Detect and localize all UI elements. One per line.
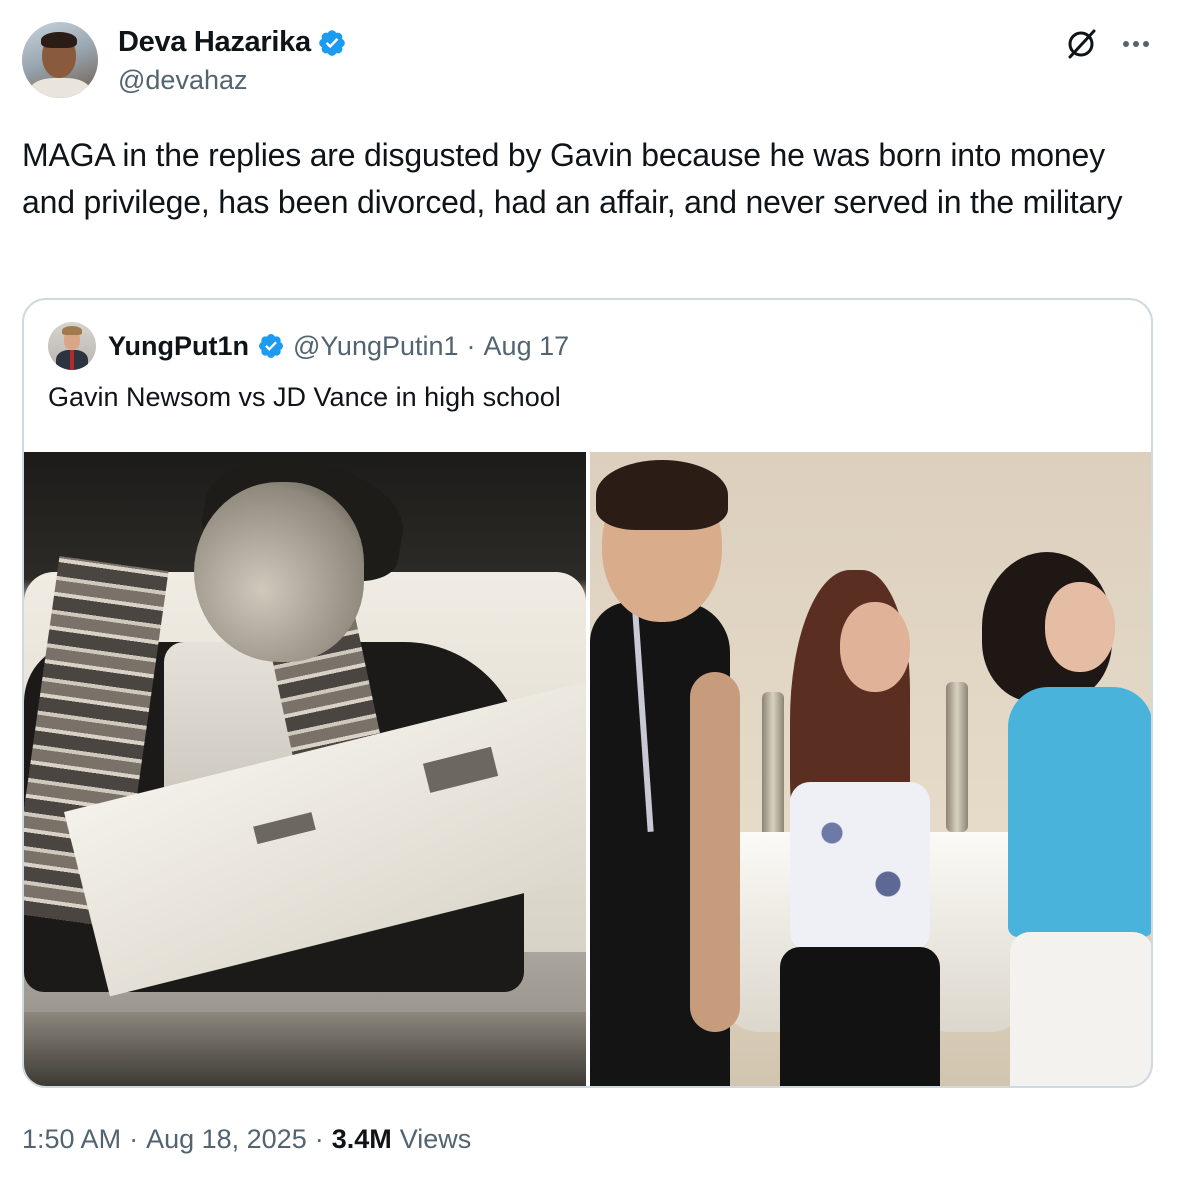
separator-dot: · xyxy=(466,330,476,361)
tweet-meta: 1:50 AM · Aug 18, 2025 · 3.4M Views xyxy=(22,1124,471,1155)
quoted-author-avatar[interactable] xyxy=(48,322,96,370)
quoted-tweet[interactable]: YungPut1n @YungPutin1 · Aug 17 Gavin New… xyxy=(22,298,1153,1088)
separator-dot: · xyxy=(314,1124,324,1154)
quoted-author-name[interactable]: YungPut1n xyxy=(108,331,249,362)
grok-icon[interactable] xyxy=(1064,26,1100,62)
quoted-tweet-date[interactable]: Aug 17 xyxy=(484,331,570,362)
verified-badge-icon xyxy=(318,29,345,56)
verified-badge-icon xyxy=(259,334,283,358)
author-name[interactable]: Deva Hazarika xyxy=(118,26,311,59)
quoted-tweet-text: Gavin Newsom vs JD Vance in high school xyxy=(48,382,561,412)
tweet-time[interactable]: 1:50 AM xyxy=(22,1124,121,1155)
views-count: 3.4M xyxy=(331,1124,392,1154)
photo-right[interactable] xyxy=(590,452,1151,1086)
author-block: Deva Hazarika @devahaz xyxy=(118,26,347,96)
views-label: Views xyxy=(399,1124,472,1154)
quoted-author-handle[interactable]: @YungPutin1 xyxy=(293,331,459,362)
author-name-row: Deva Hazarika xyxy=(118,26,347,59)
separator-dot: · xyxy=(129,1124,139,1154)
more-options-icon[interactable] xyxy=(1118,26,1154,62)
photo-left[interactable] xyxy=(24,452,586,1086)
media-grid xyxy=(24,452,1151,1086)
quoted-tweet-header: YungPut1n @YungPutin1 · Aug 17 xyxy=(48,322,569,370)
author-handle[interactable]: @devahaz xyxy=(118,65,347,96)
tweet-date[interactable]: Aug 18, 2025 xyxy=(146,1124,307,1155)
tweet: Deva Hazarika @devahaz MAGA in the repli… xyxy=(0,0,1178,1188)
author-avatar[interactable] xyxy=(22,22,98,98)
tweet-text: MAGA in the replies are disgusted by Gav… xyxy=(22,137,1123,220)
